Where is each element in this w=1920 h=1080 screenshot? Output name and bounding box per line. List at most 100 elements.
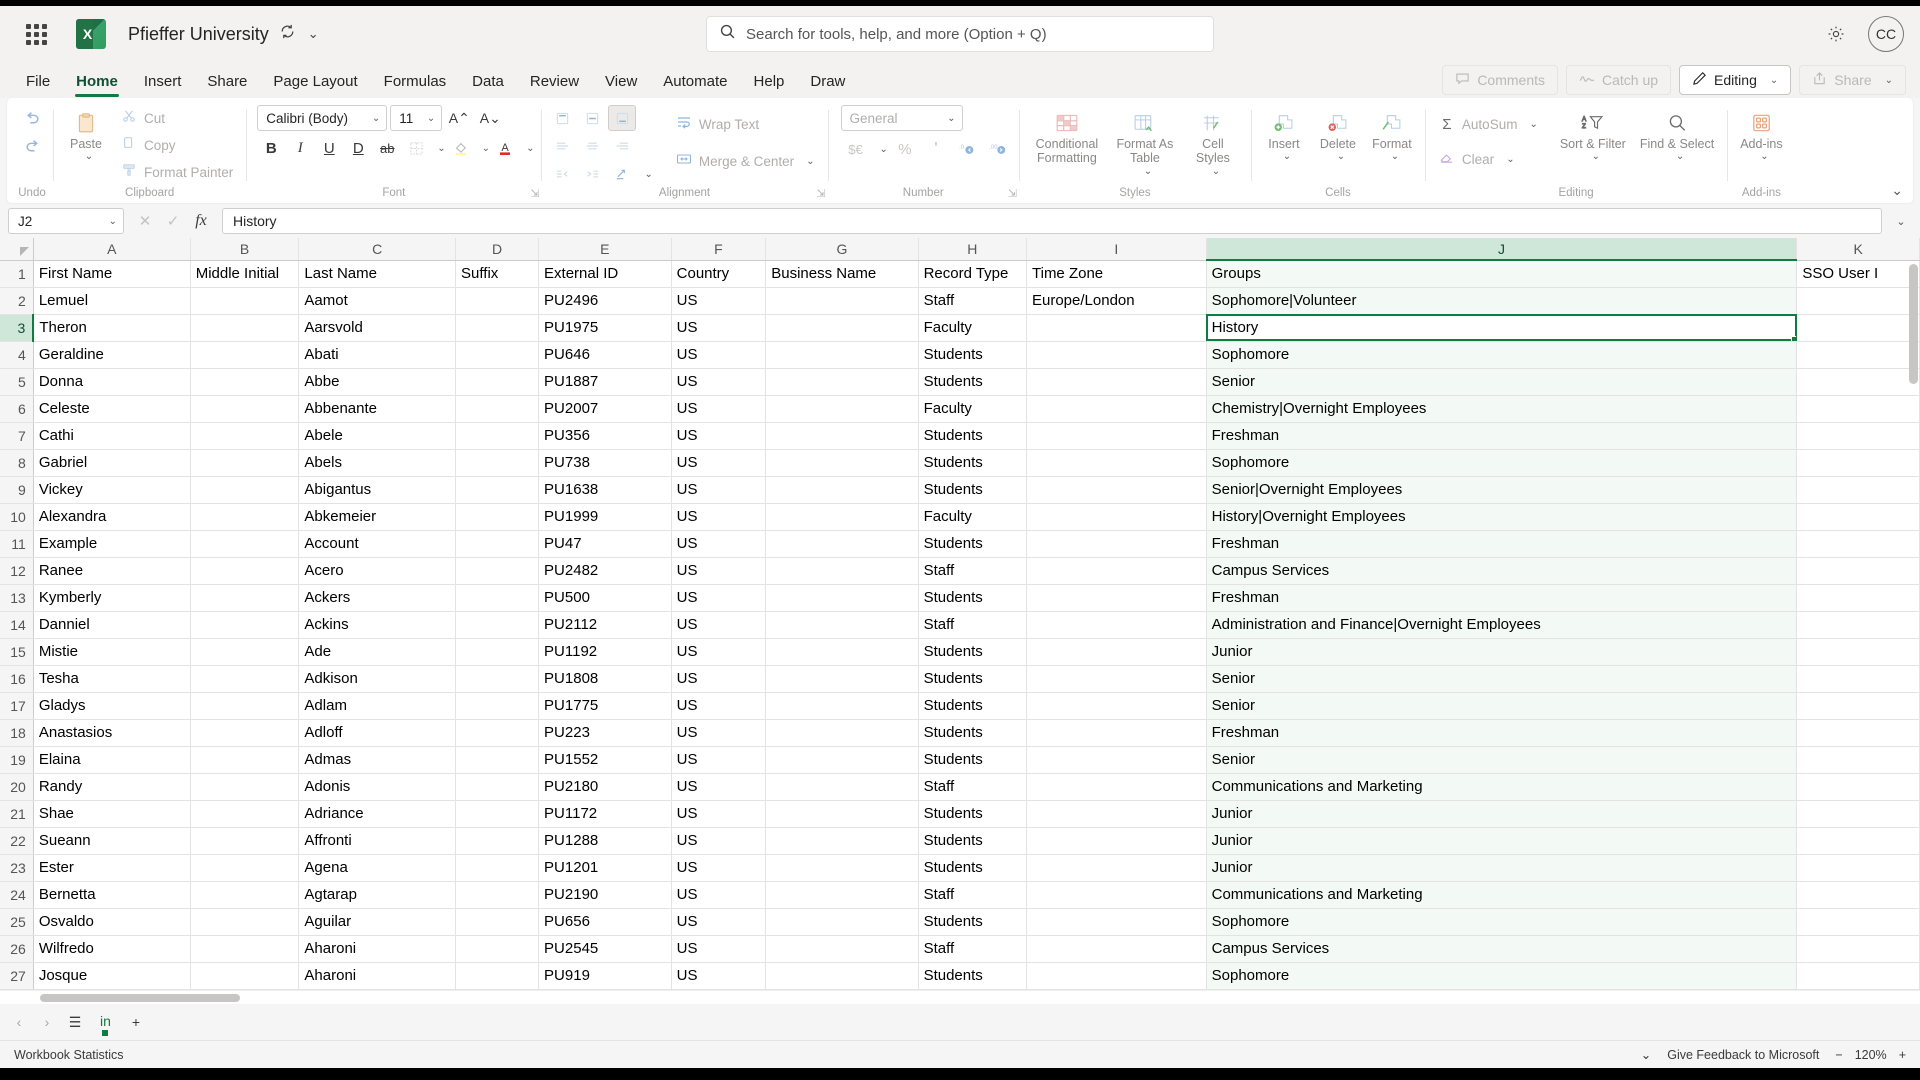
cell-B5[interactable] (190, 368, 300, 396)
row-header-25[interactable]: 25 (0, 908, 34, 936)
cell-K25[interactable] (1796, 908, 1920, 936)
cell-I2[interactable]: Europe/London (1026, 287, 1207, 315)
format-as-table-button[interactable]: Format As Table ⌄ (1110, 105, 1180, 181)
cell-D24[interactable] (455, 881, 540, 909)
cell-K15[interactable] (1796, 638, 1920, 666)
cell-D14[interactable] (455, 611, 540, 639)
horizontal-scroll-thumb[interactable] (40, 994, 240, 1002)
cell-J26[interactable]: Campus Services (1206, 935, 1798, 963)
cell-K1[interactable]: SSO User I (1796, 260, 1920, 288)
row-header-3[interactable]: 3 (0, 314, 35, 342)
cell-I19[interactable] (1026, 746, 1207, 774)
cell-F24[interactable]: US (671, 881, 767, 909)
number-dialog-launcher-icon[interactable]: ⇲ (1008, 187, 1017, 200)
cell-A9[interactable]: Vickey (33, 476, 191, 504)
cell-F10[interactable]: US (671, 503, 767, 531)
cell-E16[interactable]: PU1808 (538, 665, 672, 693)
cell-A3[interactable]: Theron (33, 314, 191, 342)
cell-B24[interactable] (190, 881, 300, 909)
cell-E13[interactable]: PU500 (538, 584, 672, 612)
align-right-icon[interactable] (608, 133, 636, 159)
cell-E26[interactable]: PU2545 (538, 935, 672, 963)
cell-C7[interactable]: Abele (298, 422, 457, 450)
italic-button[interactable]: I (286, 135, 314, 161)
cell-A13[interactable]: Kymberly (33, 584, 191, 612)
cell-C5[interactable]: Abbe (298, 368, 457, 396)
addins-button[interactable]: Add-ins ⌄ (1734, 105, 1788, 167)
cell-A25[interactable]: Osvaldo (33, 908, 191, 936)
cell-K8[interactable] (1796, 449, 1920, 477)
cell-J14[interactable]: Administration and Finance|Overnight Emp… (1206, 611, 1798, 639)
horizontal-scrollbar[interactable] (0, 990, 1920, 1004)
percent-button[interactable]: % (891, 136, 919, 162)
find-select-chevron-down-icon[interactable]: ⌄ (1676, 151, 1684, 163)
cell-H12[interactable]: Staff (918, 557, 1028, 585)
zoom-out-button[interactable]: − (1835, 1048, 1842, 1062)
cell-J1[interactable]: Groups (1206, 260, 1798, 288)
shrink-font-button[interactable]: A⌄ (476, 105, 504, 131)
cell-E1[interactable]: External ID (538, 260, 672, 288)
cell-F1[interactable]: Country (671, 260, 767, 288)
cell-A4[interactable]: Geraldine (33, 341, 191, 369)
cell-J5[interactable]: Senior (1206, 368, 1798, 396)
catch-up-button[interactable]: Catch up (1566, 65, 1672, 95)
cell-I1[interactable]: Time Zone (1026, 260, 1207, 288)
name-box[interactable]: J2 ⌄ (8, 208, 124, 234)
cell-styles-chevron-down-icon[interactable]: ⌄ (1212, 166, 1220, 178)
paste-chevron-down-icon[interactable]: ⌄ (85, 151, 93, 163)
row-header-8[interactable]: 8 (0, 449, 34, 477)
search-box[interactable] (706, 16, 1214, 52)
align-bottom-icon[interactable] (608, 105, 637, 131)
cell-E19[interactable]: PU1552 (538, 746, 672, 774)
cell-D12[interactable] (455, 557, 540, 585)
cell-H9[interactable]: Students (918, 476, 1028, 504)
borders-icon[interactable] (402, 135, 430, 161)
cell-C11[interactable]: Account (298, 530, 457, 558)
row-header-12[interactable]: 12 (0, 557, 34, 585)
cell-J16[interactable]: Senior (1206, 665, 1798, 693)
row-header-2[interactable]: 2 (0, 287, 34, 315)
row-header-27[interactable]: 27 (0, 962, 34, 990)
cell-G14[interactable] (765, 611, 919, 639)
cell-G10[interactable] (765, 503, 919, 531)
cell-H7[interactable]: Students (918, 422, 1028, 450)
cell-K3[interactable] (1796, 314, 1920, 342)
cell-E25[interactable]: PU656 (538, 908, 672, 936)
cell-A21[interactable]: Shae (33, 800, 191, 828)
cell-I20[interactable] (1026, 773, 1207, 801)
cell-E22[interactable]: PU1288 (538, 827, 672, 855)
cell-D20[interactable] (455, 773, 540, 801)
cell-H18[interactable]: Students (918, 719, 1028, 747)
cell-F15[interactable]: US (671, 638, 767, 666)
row-header-7[interactable]: 7 (0, 422, 34, 450)
cell-H11[interactable]: Students (918, 530, 1028, 558)
cell-C20[interactable]: Adonis (298, 773, 457, 801)
cell-A24[interactable]: Bernetta (33, 881, 191, 909)
row-header-18[interactable]: 18 (0, 719, 34, 747)
cell-E2[interactable]: PU2496 (538, 287, 672, 315)
cell-I8[interactable] (1026, 449, 1207, 477)
cell-I18[interactable] (1026, 719, 1207, 747)
cell-A27[interactable]: Josque (33, 962, 191, 990)
cell-B27[interactable] (190, 962, 300, 990)
cell-F23[interactable]: US (671, 854, 767, 882)
next-sheet-button[interactable]: › (34, 1009, 60, 1035)
cell-I15[interactable] (1026, 638, 1207, 666)
cell-D15[interactable] (455, 638, 540, 666)
cell-E6[interactable]: PU2007 (538, 395, 672, 423)
cell-A7[interactable]: Cathi (33, 422, 191, 450)
cell-D26[interactable] (455, 935, 540, 963)
cell-D3[interactable] (455, 314, 540, 342)
spreadsheet-grid[interactable]: A B C D E F G H I J K 1 First Name Middle … (0, 238, 1920, 990)
cell-I17[interactable] (1026, 692, 1207, 720)
cell-H20[interactable]: Staff (918, 773, 1028, 801)
cell-B19[interactable] (190, 746, 300, 774)
cell-J6[interactable]: Chemistry|Overnight Employees (1206, 395, 1798, 423)
font-color-icon[interactable]: A (491, 135, 519, 161)
cell-K22[interactable] (1796, 827, 1920, 855)
delete-cells-button[interactable]: Delete ⌄ (1312, 105, 1364, 167)
cell-F25[interactable]: US (671, 908, 767, 936)
tab-draw[interactable]: Draw (798, 67, 857, 94)
cell-C2[interactable]: Aamot (298, 287, 457, 315)
cell-A2[interactable]: Lemuel (33, 287, 191, 315)
